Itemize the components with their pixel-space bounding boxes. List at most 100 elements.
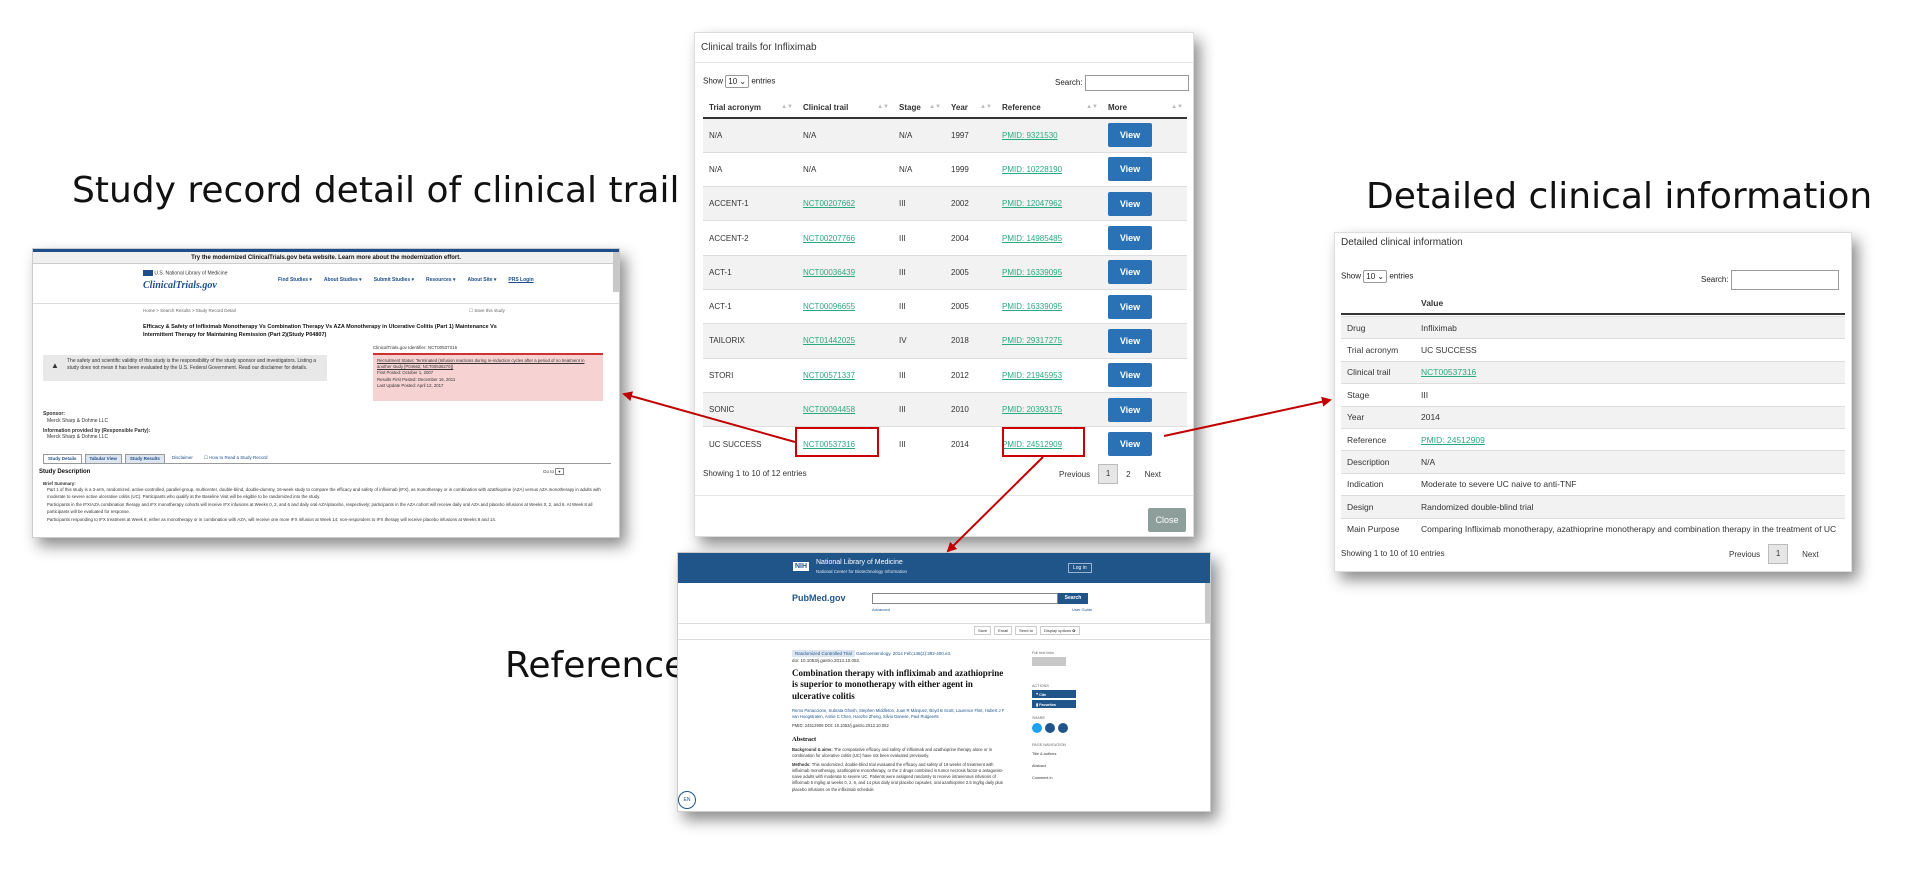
email-button[interactable]: Email (994, 626, 1013, 635)
length-control: Show 10 ⌄ entries (703, 75, 775, 88)
journal-citation[interactable]: Gastroenterology. 2014 Feb;146(2):392-40… (856, 651, 951, 656)
cell-reference-link[interactable]: PMID: 29317275 (1002, 336, 1062, 345)
detail-title: Detailed clinical information (1341, 237, 1463, 248)
cell-reference-link[interactable]: PMID: 20393175 (1002, 405, 1062, 414)
cell-reference-link[interactable]: PMID: 21945953 (1002, 371, 1062, 380)
cell-clinical-trail[interactable]: NCT00036439 (803, 268, 855, 277)
language-button[interactable]: EN (678, 791, 696, 809)
search-control: Search: (1055, 75, 1189, 91)
detail-next-button[interactable]: Next (1802, 550, 1818, 559)
detail-search-input[interactable] (1730, 270, 1839, 290)
nav-find-studies[interactable]: Find Studies ▾ (278, 277, 312, 283)
how-to-read-link[interactable]: ☐ How to Read a Study Record (200, 454, 272, 463)
close-button[interactable]: Close (1148, 508, 1186, 532)
cell-clinical-trail[interactable]: NCT00571337 (803, 371, 855, 380)
advanced-link[interactable]: Advanced (872, 607, 890, 612)
cell-clinical-trail[interactable]: NCT00207662 (803, 199, 855, 208)
nav-about-site[interactable]: About Site ▾ (467, 277, 496, 283)
cell-year: 1997 (945, 117, 996, 153)
view-button[interactable]: View (1108, 226, 1152, 251)
nav-about-studies[interactable]: About Studies ▾ (324, 277, 362, 283)
login-button[interactable]: Log in (1068, 563, 1092, 573)
article-authors[interactable]: Remo Panaccione, Subrata Ghosh, Stephen … (792, 708, 1008, 720)
col-reference[interactable]: Reference ▲▼ (996, 98, 1102, 119)
search-input[interactable] (1084, 75, 1189, 91)
cell-reference-link[interactable]: PMID: 16339095 (1002, 302, 1062, 311)
cell-reference-link[interactable]: PMID: 12047962 (1002, 199, 1062, 208)
fulltext-logo[interactable] (1032, 657, 1066, 666)
pubmed-search-button[interactable]: Search (1058, 593, 1088, 604)
col-trial-acronym[interactable]: Trial acronym ▲▼ (703, 98, 797, 119)
cell-clinical-trail[interactable]: NCT00094458 (803, 405, 855, 414)
display-options-button[interactable]: Display options ✿ (1039, 626, 1080, 635)
view-button[interactable]: View (1108, 123, 1152, 148)
cell-clinical-trail[interactable]: NCT00096655 (803, 302, 855, 311)
nav-abstract[interactable]: Abstract (1032, 764, 1092, 768)
breadcrumb[interactable]: Home > Search Results > Study Record Det… (143, 308, 236, 313)
detail-previous-button[interactable]: Previous (1729, 550, 1760, 559)
pubmed-search-input[interactable] (872, 593, 1058, 604)
ctgov-logo[interactable]: ClinicalTrials.gov (143, 280, 217, 291)
save-study-checkbox[interactable]: ☐ Save this study (469, 308, 505, 314)
cell-stage: III (893, 186, 945, 221)
cell-clinical-trail[interactable]: NCT00207766 (803, 234, 855, 243)
goto-control[interactable]: Go to ▾ (543, 468, 564, 475)
table-row: N/A N/A N/A 1997 PMID: 9321530 View (703, 117, 1187, 153)
cell-clinical-trail[interactable]: NCT01442025 (803, 336, 855, 345)
pubmed-divider-2 (678, 639, 1210, 640)
user-guide-link[interactable]: User Guide (1072, 607, 1092, 612)
nav-submit-studies[interactable]: Submit Studies ▾ (374, 277, 414, 283)
nav-title-authors[interactable]: Title & authors (1032, 752, 1092, 756)
view-button[interactable]: View (1108, 363, 1152, 388)
save-button[interactable]: Save (974, 626, 992, 635)
caption-reference: Reference (505, 645, 687, 686)
detail-row: Stage III (1341, 383, 1845, 407)
detail-value[interactable]: NCT00537316 (1421, 367, 1476, 377)
col-more[interactable]: More ▲▼ (1102, 98, 1187, 119)
scrollbar[interactable] (613, 252, 619, 292)
cell-reference-link[interactable]: PMID: 9321530 (1002, 131, 1058, 140)
view-button[interactable]: View (1108, 157, 1152, 182)
tab-study-results[interactable]: Study Results (124, 454, 165, 463)
entries-select[interactable]: 10 ⌄ (725, 75, 750, 88)
last-update: Last Update Posted: April 12, 2017 (377, 382, 444, 388)
detail-entries-select[interactable]: 10 ⌄ (1363, 270, 1388, 283)
cell-reference-link[interactable]: PMID: 14985485 (1002, 234, 1062, 243)
pubmed-nlm[interactable]: National Library of Medicine (816, 559, 903, 566)
pubmed-logo[interactable]: PubMed.gov (792, 593, 846, 603)
tab-disclaimer[interactable]: Disclaimer (168, 454, 197, 463)
scrollbar[interactable] (1205, 583, 1210, 623)
page-1-button[interactable]: 1 (1098, 464, 1119, 484)
favorites-label: Favorites (1039, 703, 1057, 707)
cell-year: 2018 (945, 323, 996, 359)
view-button[interactable]: View (1108, 294, 1152, 319)
view-button[interactable]: View (1108, 432, 1152, 457)
tab-study-details[interactable]: Study Details (43, 454, 82, 463)
beta-banner[interactable]: Try the modernized ClinicalTrials.gov be… (33, 252, 619, 264)
favorites-button[interactable]: ▮ Favorites (1032, 700, 1076, 708)
view-button[interactable]: View (1108, 328, 1152, 353)
link-icon[interactable] (1058, 723, 1068, 733)
page-2-button[interactable]: 2 (1126, 470, 1130, 479)
send-to-button[interactable]: Send to (1015, 626, 1037, 635)
view-button[interactable]: View (1108, 191, 1152, 216)
cell-year: 2004 (945, 220, 996, 256)
view-button[interactable]: View (1108, 397, 1152, 422)
previous-button[interactable]: Previous (1059, 470, 1090, 479)
twitter-icon[interactable] (1032, 723, 1042, 733)
facebook-icon[interactable] (1045, 723, 1055, 733)
cite-button[interactable]: ❝ Cite (1032, 690, 1076, 698)
view-button[interactable]: View (1108, 260, 1152, 285)
cell-reference-link[interactable]: PMID: 10228190 (1002, 165, 1062, 174)
cell-reference-link[interactable]: PMID: 16339095 (1002, 268, 1062, 277)
tab-tabular-view[interactable]: Tabular View (84, 454, 122, 463)
col-stage[interactable]: Stage ▲▼ (893, 98, 945, 119)
nav-comment-in[interactable]: Comment in (1032, 776, 1092, 780)
nav-prs-login[interactable]: PRS Login (508, 277, 533, 283)
detail-page-1-button[interactable]: 1 (1768, 544, 1789, 564)
detail-value[interactable]: PMID: 24512909 (1421, 435, 1485, 445)
col-clinical-trail[interactable]: Clinical trail ▲▼ (797, 98, 893, 119)
nav-resources[interactable]: Resources ▾ (426, 277, 455, 283)
col-year[interactable]: Year ▲▼ (945, 98, 996, 119)
next-button[interactable]: Next (1145, 470, 1161, 479)
